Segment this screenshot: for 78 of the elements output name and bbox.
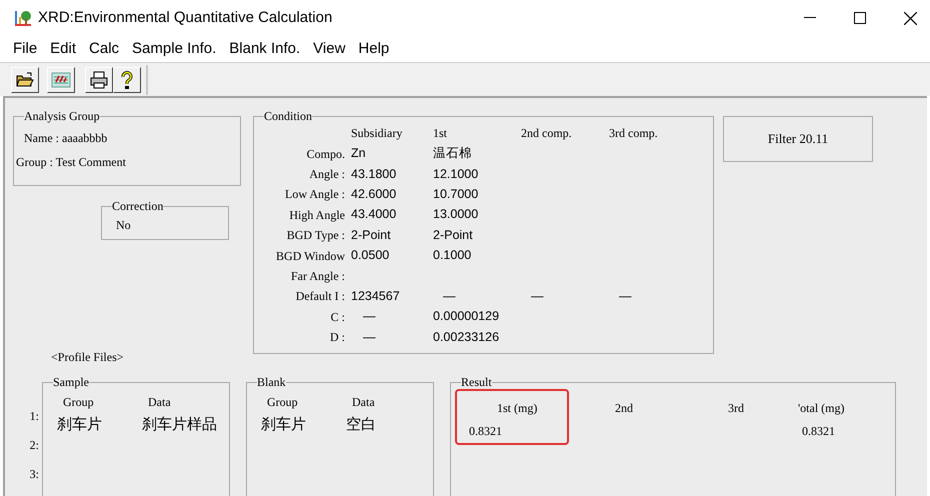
report-icon[interactable] bbox=[47, 66, 75, 92]
row-label: Default I : bbox=[294, 288, 346, 306]
value-cell-text: 43.1800 bbox=[351, 166, 398, 183]
table-cell-text: 0.8321 bbox=[801, 423, 836, 440]
row-label: High Angle bbox=[288, 206, 346, 224]
value-cell-text: 0.1000 bbox=[433, 247, 472, 264]
value-cell-text: Zn bbox=[351, 145, 367, 162]
value-cell-text: 温石棉 bbox=[433, 145, 473, 162]
row-label: BGD Window bbox=[275, 248, 346, 265]
column-header: 1st (mg) bbox=[496, 400, 538, 417]
filter-box: Filter 20.11 bbox=[723, 116, 873, 162]
column-header: 2nd comp. bbox=[521, 125, 573, 142]
value-cell-text: 2-Point bbox=[351, 226, 392, 244]
maximize-icon[interactable] bbox=[854, 12, 866, 24]
value-cell-text: 0.0500 bbox=[351, 247, 390, 264]
group-box-title: Sample bbox=[53, 376, 89, 388]
column-header: 1st bbox=[433, 125, 448, 142]
table-cell-text: 刹车片 bbox=[56, 414, 103, 435]
group-box-title: Correction bbox=[112, 200, 164, 212]
profile-files-label: <Profile Files> bbox=[51, 349, 125, 366]
value-cell-text: 0.00233126 bbox=[433, 328, 500, 346]
row-label: D : bbox=[329, 329, 346, 346]
value-cell-text: 13.0000 bbox=[433, 206, 480, 224]
row-label: Far Angle : bbox=[290, 268, 346, 285]
group-box-title: Result bbox=[461, 376, 492, 388]
menu-item[interactable]: Edit bbox=[50, 38, 76, 60]
window-title: XRD:Environmental Quantitative Calculation bbox=[38, 8, 332, 28]
value-cell-text: 2-Point bbox=[433, 226, 474, 244]
value-cell-text: — bbox=[618, 288, 632, 305]
menu-item[interactable]: Sample Info. bbox=[132, 38, 216, 60]
table-cell-text: 0.8321 bbox=[468, 423, 503, 440]
value-cell-text: 12.1000 bbox=[433, 166, 480, 183]
value-cell-text: — bbox=[362, 308, 376, 326]
table-cell-text: 刹车片 bbox=[260, 414, 307, 435]
group-box-title: Condition bbox=[264, 110, 312, 122]
value-cell-text: 10.7000 bbox=[433, 186, 480, 203]
row-number: 2: bbox=[30, 437, 39, 454]
folder-icon[interactable] bbox=[11, 66, 39, 92]
app-icon bbox=[14, 9, 32, 27]
column-header: Subsidiary bbox=[351, 125, 404, 142]
column-header: 2nd bbox=[614, 400, 634, 417]
value-cell-text: 43.4000 bbox=[351, 206, 398, 224]
row-label: BGD Type : bbox=[286, 227, 346, 244]
info-line: Group : Test Comment bbox=[16, 154, 127, 170]
value-cell-text: 42.6000 bbox=[351, 186, 398, 203]
row-label: C : bbox=[330, 308, 346, 326]
question-mark-icon[interactable] bbox=[113, 66, 141, 92]
menu-item[interactable]: File bbox=[13, 38, 38, 60]
value-cell-text: 0.00000129 bbox=[433, 308, 500, 326]
row-label: Compo. bbox=[306, 146, 346, 163]
column-header: 3rd bbox=[727, 400, 745, 417]
row-number: 1: bbox=[30, 408, 39, 425]
printer-icon[interactable] bbox=[85, 66, 113, 92]
column-header: Group bbox=[266, 394, 299, 411]
row-label: Angle : bbox=[308, 166, 346, 183]
group-box-title: Analysis Group bbox=[24, 110, 100, 122]
column-header: Data bbox=[147, 394, 172, 411]
menu-item[interactable]: Help bbox=[358, 38, 390, 60]
info-line: Name : aaaabbbb bbox=[24, 130, 108, 146]
group-box-title: Blank bbox=[257, 376, 286, 388]
table-cell-text: 空白 bbox=[345, 414, 377, 435]
row-number: 3: bbox=[30, 466, 39, 483]
correction-value: No bbox=[116, 217, 132, 234]
minimize-icon[interactable] bbox=[804, 17, 816, 19]
menu-item[interactable]: Calc bbox=[89, 38, 120, 60]
menu-item[interactable]: Blank Info. bbox=[229, 38, 300, 60]
close-icon[interactable] bbox=[904, 12, 917, 24]
row-label: Low Angle : bbox=[284, 186, 346, 204]
menu-item[interactable]: View bbox=[313, 38, 346, 60]
column-header: Data bbox=[351, 394, 376, 411]
value-cell-text: — bbox=[530, 288, 544, 305]
value-cell-text: — bbox=[362, 328, 376, 346]
column-header: 'otal (mg) bbox=[797, 400, 846, 417]
column-header: Group bbox=[62, 394, 95, 411]
value-cell-text: — bbox=[442, 288, 456, 305]
table-cell-text: 刹车片样品 bbox=[141, 414, 218, 435]
column-header: 3rd comp. bbox=[609, 125, 659, 142]
value-cell-text: 1234567 bbox=[351, 288, 401, 305]
